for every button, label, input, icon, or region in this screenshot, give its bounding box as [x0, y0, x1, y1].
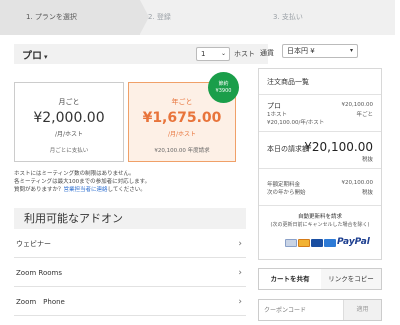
- notes-line-2: 各ミーティングは最大100までの参加者に対応します。: [14, 179, 151, 185]
- notes-question: 質問がありますか？: [14, 187, 64, 193]
- visa-card-icon: [311, 239, 323, 247]
- apply-coupon-button[interactable]: 適用: [343, 300, 381, 320]
- step-register: 2. 登録: [148, 13, 171, 21]
- monthly-billing-option[interactable]: 月ごと ¥2,000.00 /月/ホスト 月ごとに支払い: [14, 82, 124, 162]
- chevron-right-icon: ›: [238, 297, 242, 307]
- addons-header: 利用可能なアドオン: [14, 208, 246, 229]
- jcb-card-icon: [285, 239, 297, 247]
- chevron-down-icon: ⌄: [220, 50, 226, 57]
- autorenew-label: 自動更新料を請求: [297, 214, 342, 220]
- chevron-right-icon: ›: [238, 268, 242, 278]
- order-summary: 注文商品一覧 プロ ¥20,100.00 1ホスト 年ごと ¥20,100.00…: [258, 68, 382, 260]
- annual-fee-tax: 税抜: [361, 190, 373, 196]
- step-payment: 3. 支払い: [273, 13, 303, 21]
- host-unit-label: ホスト: [234, 50, 255, 58]
- summary-title: 注文商品一覧: [267, 78, 309, 86]
- plan-bar: プロ ▾ 1 ⌄ ホスト: [14, 44, 268, 64]
- item-price: ¥20,100.00: [341, 102, 374, 108]
- due-today-amount: ¥20,100.00: [304, 140, 373, 154]
- annual-fee-label: 年額定期料金: [267, 182, 301, 188]
- paypal-text: PayPal: [337, 237, 370, 247]
- divider: [259, 168, 381, 169]
- autorenew-sub: (次の更新日前にキャンセルした場合を除く): [270, 222, 370, 228]
- coupon-code-input[interactable]: [259, 300, 343, 320]
- due-today-label: 本日の請求額: [267, 145, 309, 153]
- monthly-label: 月ごと: [58, 98, 80, 106]
- copy-link-button[interactable]: リンクをコピー: [321, 269, 381, 289]
- notes-line-3: 質問がありますか？営業担当者に連絡してください。: [14, 186, 264, 194]
- addon-zoom-phone[interactable]: Zoom Phone ›: [14, 288, 246, 316]
- annual-fee-sub: 次の年から開始: [267, 190, 306, 196]
- notes-line-1: ホストにはミーティング数の制限はありません。: [14, 171, 135, 177]
- amex-card-icon: [324, 239, 336, 247]
- divider: [259, 131, 381, 132]
- caret-down-icon: ▾: [349, 47, 353, 54]
- plan-dropdown[interactable]: プロ ▾: [22, 47, 48, 62]
- annual-unit: /月/ホスト: [167, 131, 197, 138]
- step-choose-plan: 1. プランを選択: [0, 0, 149, 35]
- addon-zoom-rooms[interactable]: Zoom Rooms ›: [14, 259, 246, 287]
- savings-badge-label: 節約: [218, 81, 229, 87]
- host-quantity-value: 1: [201, 50, 206, 58]
- mastercard-icon: [298, 239, 310, 247]
- plan-notes: ホストにはミーティング数の制限はありません。 各ミーティングは最大100までの参…: [14, 170, 264, 194]
- contact-sales-link[interactable]: 営業担当者に連絡: [64, 187, 108, 193]
- divider: [259, 205, 381, 206]
- chevron-right-icon: ›: [238, 239, 242, 249]
- currency-value: 日本円 ¥: [287, 47, 315, 55]
- annual-note: ¥20,100.00 年度請求: [154, 148, 210, 154]
- monthly-unit: /月/ホスト: [54, 131, 84, 138]
- host-quantity-select[interactable]: 1 ⌄: [196, 47, 230, 61]
- paypal-logo: PayPal: [337, 237, 370, 247]
- due-today-tax: 税抜: [361, 157, 373, 163]
- item-period: 年ごと: [356, 112, 373, 118]
- annual-fee-amount: ¥20,100.00: [341, 180, 374, 186]
- notes-suffix: してください。: [107, 187, 146, 193]
- share-cart-button[interactable]: カートを共有: [259, 269, 321, 289]
- currency-select[interactable]: 日本円 ¥ ▾: [282, 44, 358, 58]
- plan-title: プロ: [22, 51, 42, 62]
- payment-methods: PayPal: [285, 237, 375, 249]
- caret-down-icon: ▾: [44, 53, 48, 61]
- item-detail: ¥20,100.00/年/ホスト: [267, 120, 325, 126]
- share-cart-toggle: カートを共有 リンクをコピー: [258, 268, 382, 290]
- monthly-price: ¥2,000.00: [33, 110, 105, 126]
- addon-webinar[interactable]: ウェビナー ›: [14, 230, 246, 258]
- monthly-note: 月ごとに支払い: [49, 148, 89, 154]
- checkout-stepper: 1. プランを選択 2. 登録 3. 支払い: [0, 0, 395, 35]
- savings-badge: 節約 ¥3900: [208, 72, 239, 103]
- currency-label: 通貨: [260, 49, 274, 57]
- addon-label: Zoom Phone: [16, 298, 65, 306]
- item-hosts: 1ホスト: [267, 112, 287, 118]
- savings-badge-amount: ¥3900: [215, 88, 232, 94]
- addon-label: Zoom Rooms: [16, 269, 62, 277]
- annual-price: ¥1,675.00: [142, 110, 222, 126]
- coupon-form: 適用: [258, 299, 382, 321]
- divider: [259, 94, 381, 95]
- addon-label: ウェビナー: [16, 240, 51, 248]
